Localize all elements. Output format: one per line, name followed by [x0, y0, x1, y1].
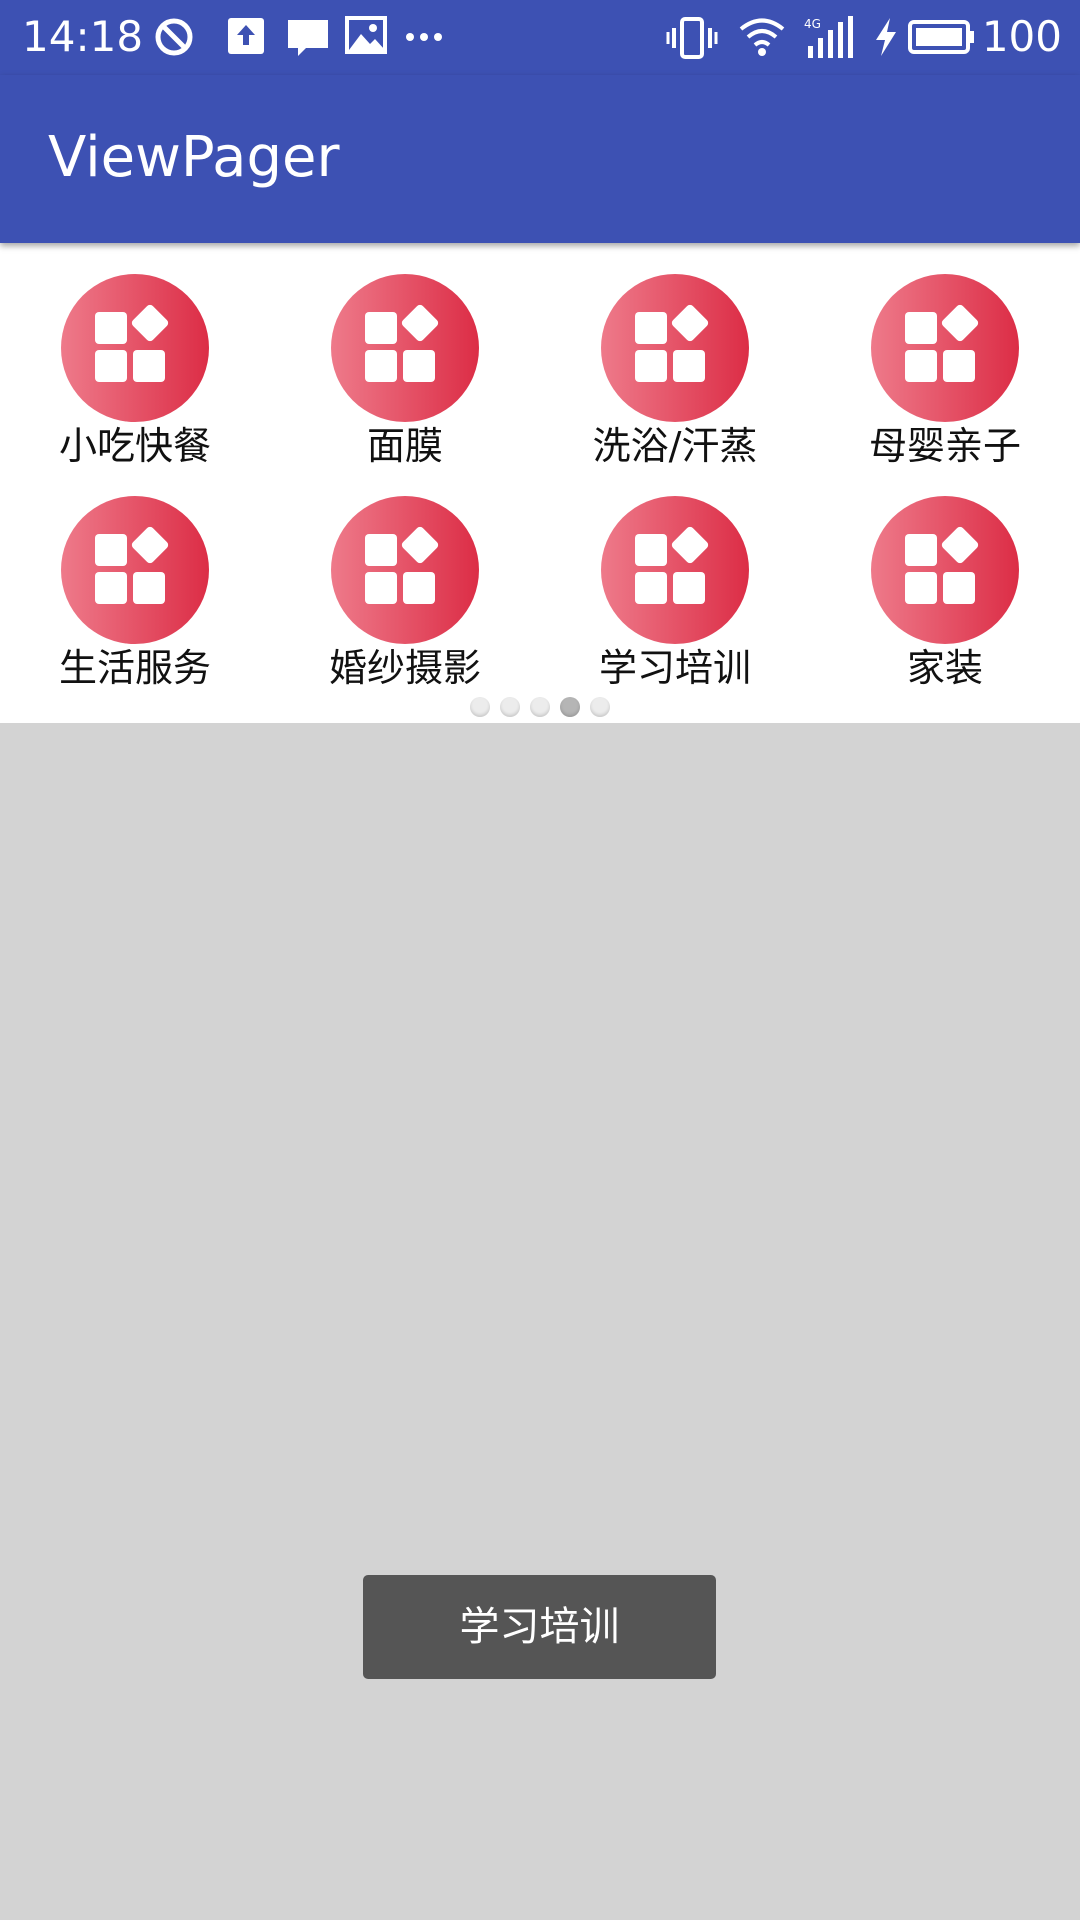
category-item[interactable]: 学习培训: [540, 465, 810, 690]
svg-text:4G: 4G: [804, 17, 821, 31]
category-label: 洗浴/汗蒸: [592, 424, 758, 468]
battery-level: 100: [981, 12, 1062, 61]
page-dot[interactable]: [470, 697, 490, 717]
category-label: 家装: [906, 646, 983, 690]
category-label: 婚纱摄影: [328, 646, 481, 690]
image-icon: [345, 16, 387, 60]
vibrate-icon: [666, 16, 718, 64]
page-dot[interactable]: [590, 697, 610, 717]
category-grid-icon: [61, 496, 209, 644]
do-not-disturb-icon: [153, 16, 195, 62]
page-dot[interactable]: [500, 697, 520, 717]
category-label: 面膜: [366, 424, 443, 468]
category-pager[interactable]: 小吃快餐 面膜 洗浴/汗蒸 母婴亲子 生活服务 婚纱摄影 学习培训 家装: [0, 243, 1080, 723]
category-item[interactable]: 小吃快餐: [0, 243, 270, 468]
category-item[interactable]: 母婴亲子: [810, 243, 1080, 468]
category-label: 母婴亲子: [868, 424, 1021, 468]
battery-icon: [908, 20, 976, 58]
wifi-icon: [738, 16, 786, 62]
category-grid-icon: [331, 274, 479, 422]
signal-4g-icon: 4G: [804, 16, 858, 64]
category-grid-icon: [61, 274, 209, 422]
category-item[interactable]: 面膜: [270, 243, 540, 468]
category-grid-icon: [601, 496, 749, 644]
status-time: 14:18: [22, 12, 144, 61]
page-dot[interactable]: [560, 697, 580, 717]
more-icon: [404, 22, 444, 56]
category-grid-icon: [601, 274, 749, 422]
category-grid-icon: [871, 274, 1019, 422]
charging-icon: [872, 16, 900, 62]
category-label: 生活服务: [58, 646, 211, 690]
category-grid-icon: [331, 496, 479, 644]
upload-icon: [226, 16, 266, 60]
page-title: ViewPager: [48, 125, 340, 190]
page-indicator[interactable]: [0, 697, 1080, 721]
category-grid-icon: [871, 496, 1019, 644]
category-item[interactable]: 洗浴/汗蒸: [540, 243, 810, 468]
category-item[interactable]: 家装: [810, 465, 1080, 690]
category-label: 小吃快餐: [58, 424, 211, 468]
message-icon: [286, 16, 330, 64]
category-item[interactable]: 生活服务: [0, 465, 270, 690]
toast-message: 学习培训: [363, 1575, 716, 1679]
page-dot[interactable]: [530, 697, 550, 717]
category-label: 学习培训: [598, 646, 751, 690]
app-bar: ViewPager: [0, 75, 1080, 243]
status-bar: 14:18 4G 100: [0, 0, 1080, 75]
category-item[interactable]: 婚纱摄影: [270, 465, 540, 690]
